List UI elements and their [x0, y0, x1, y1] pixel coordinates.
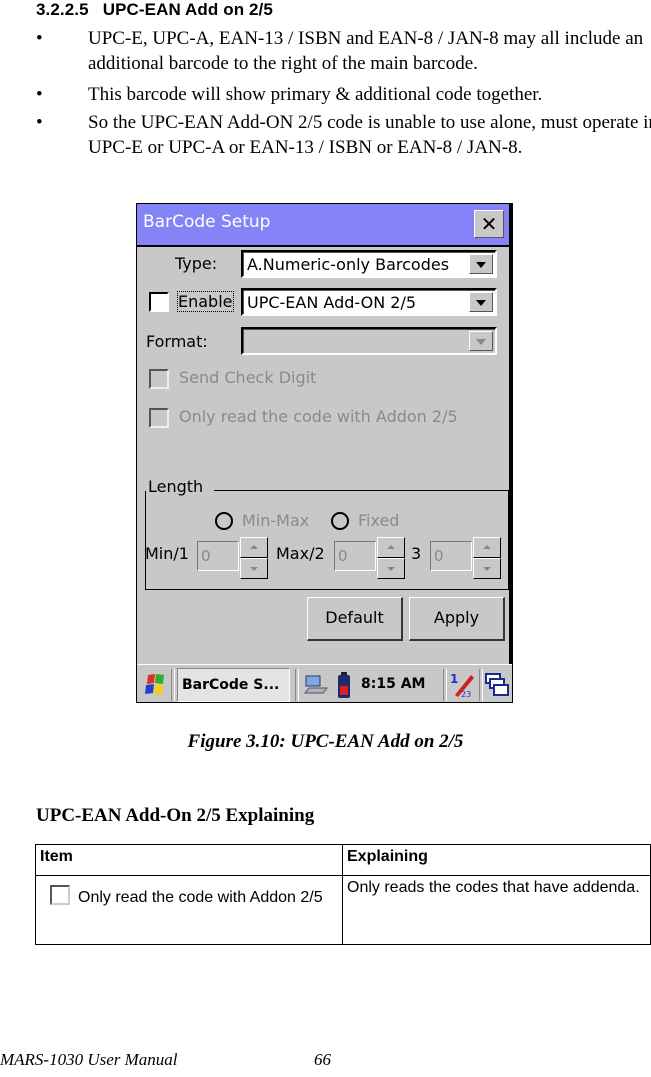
- chevron-down-icon[interactable]: [469, 331, 493, 351]
- third-label: 3: [411, 544, 422, 563]
- max-label: Max/2: [276, 544, 325, 563]
- fixed-label: Fixed: [358, 511, 400, 530]
- only-read-addon-checkbox[interactable]: [149, 408, 169, 428]
- apply-button[interactable]: Apply: [409, 597, 505, 641]
- table-header-row: Item Explaining: [35, 844, 651, 876]
- third-spinner[interactable]: [473, 537, 501, 579]
- item-text: Only read the code with Addon 2/5: [78, 889, 323, 906]
- groupbox-border: [214, 490, 509, 491]
- symbology-value: UPC-EAN Add-ON 2/5: [247, 293, 417, 312]
- column-header: Explaining: [342, 844, 651, 876]
- section-number: 3.2.2.5: [36, 0, 89, 19]
- checkbox-icon: [50, 885, 70, 905]
- taskbar-separator: [295, 669, 299, 701]
- send-check-digit-checkbox[interactable]: [149, 369, 169, 389]
- max-input[interactable]: 0: [334, 541, 376, 571]
- close-button[interactable]: ✕: [474, 210, 504, 238]
- bullet-symbol: •: [36, 112, 43, 133]
- taskbar-clock[interactable]: 8:15 AM: [361, 676, 425, 692]
- footer-manual-title: MARS-1030 User Manual: [0, 1050, 178, 1069]
- bullet-text: This barcode will show primary & additio…: [88, 84, 543, 105]
- figure-caption: Figure 3.10: UPC-EAN Add on 2/5: [187, 731, 464, 752]
- min-input[interactable]: 0: [197, 541, 239, 571]
- taskbar: BarCode S... 8:15 AM 1 23: [137, 664, 512, 702]
- enable-label[interactable]: Enable: [177, 291, 234, 312]
- windows-flag-icon[interactable]: [142, 672, 168, 698]
- spin-up-icon[interactable]: [377, 537, 405, 558]
- min-spinner[interactable]: [240, 537, 268, 579]
- type-value: A.Numeric-only Barcodes: [247, 255, 450, 274]
- taskbar-separator: [443, 669, 447, 701]
- taskbar-task-button[interactable]: BarCode S...: [177, 668, 290, 702]
- section-heading: 3.2.2.5 UPC-EAN Add on 2/5: [36, 0, 273, 20]
- table-cell-explaining: Only reads the codes that have addenda.: [342, 875, 651, 945]
- explaining-table: Item Explaining Only read the code with …: [35, 844, 651, 945]
- length-legend: Length: [148, 477, 204, 496]
- spin-up-icon[interactable]: [240, 537, 268, 558]
- table-cell-item: Only read the code with Addon 2/5: [35, 875, 343, 945]
- network-computer-icon[interactable]: [303, 674, 329, 696]
- bullet-symbol: •: [36, 28, 43, 49]
- default-button[interactable]: Default: [307, 597, 403, 641]
- max-spinner[interactable]: [377, 537, 405, 579]
- format-dropdown[interactable]: [241, 327, 497, 355]
- taskbar-separator: [171, 669, 175, 701]
- svg-text:1: 1: [450, 672, 458, 686]
- bullet-text: So the UPC-EAN Add-ON 2/5 code is unable…: [88, 112, 651, 158]
- spin-down-icon[interactable]: [473, 558, 501, 579]
- battery-icon[interactable]: [337, 671, 351, 699]
- window-titlebar: BarCode Setup ✕: [137, 204, 509, 247]
- symbology-dropdown[interactable]: UPC-EAN Add-ON 2/5: [241, 288, 497, 316]
- type-label: Type:: [175, 254, 218, 273]
- chevron-down-icon[interactable]: [469, 292, 493, 312]
- spin-down-icon[interactable]: [240, 558, 268, 579]
- spin-up-icon[interactable]: [473, 537, 501, 558]
- third-input[interactable]: 0: [430, 541, 472, 571]
- close-x-icon: ✕: [480, 212, 498, 236]
- enable-checkbox[interactable]: [149, 292, 169, 312]
- column-header: Item: [35, 844, 343, 876]
- spin-down-icon[interactable]: [377, 558, 405, 579]
- type-dropdown[interactable]: A.Numeric-only Barcodes: [241, 250, 497, 278]
- length-groupbox: Length Min-Max Fixed Min/1 0 Max/2 0 3 0: [145, 477, 509, 590]
- cascade-windows-icon[interactable]: [485, 673, 509, 697]
- section-title: UPC-EAN Add on 2/5: [102, 0, 273, 19]
- minmax-radio[interactable]: [215, 512, 233, 530]
- format-label: Format:: [146, 332, 208, 351]
- min-label: Min/1: [145, 544, 189, 563]
- minmax-label: Min-Max: [242, 511, 310, 530]
- table-row: Only read the code with Addon 2/5 Only r…: [35, 875, 651, 945]
- window-border: [509, 204, 512, 664]
- window-title: BarCode Setup: [143, 212, 271, 232]
- barcode-setup-window: BarCode Setup ✕ Type: A.Numeric-only Bar…: [136, 203, 513, 703]
- taskbar-separator: [479, 669, 483, 701]
- pen-input-icon[interactable]: 1 23: [449, 671, 475, 699]
- send-check-digit-label: Send Check Digit: [179, 368, 317, 387]
- bullet-text: UPC-E, UPC-A, EAN-13 / ISBN and EAN-8 / …: [88, 28, 644, 74]
- only-read-addon-label: Only read the code with Addon 2/5: [179, 407, 458, 426]
- explaining-heading: UPC-EAN Add-On 2/5 Explaining: [36, 805, 315, 826]
- footer-page-number: 66: [314, 1050, 331, 1069]
- svg-text:23: 23: [461, 690, 471, 699]
- bullet-symbol: •: [36, 84, 43, 105]
- fixed-radio[interactable]: [331, 512, 349, 530]
- chevron-down-icon[interactable]: [469, 254, 493, 274]
